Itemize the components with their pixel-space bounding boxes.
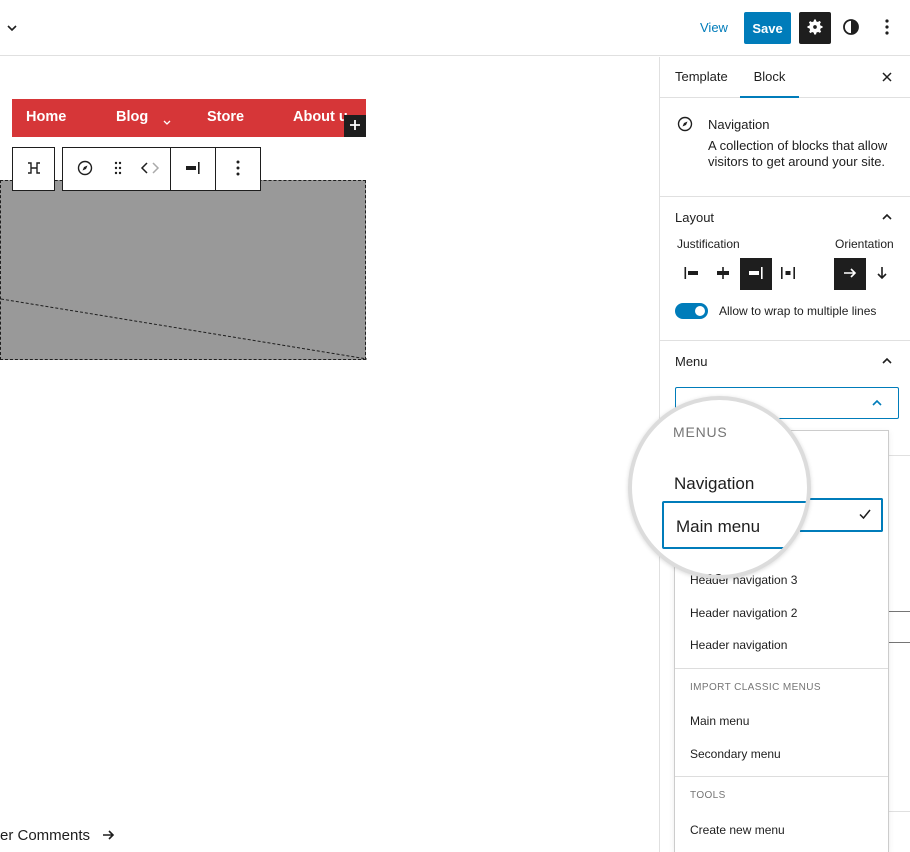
more-vertical-icon (236, 160, 240, 179)
cover-placeholder[interactable] (0, 180, 367, 360)
chevron-up-icon (870, 396, 884, 410)
chevron-right-icon[interactable] (150, 161, 160, 177)
nav-item-blog[interactable]: Blog (116, 109, 148, 125)
compass-icon (77, 160, 93, 179)
menu-option-navigation[interactable]: Navigation (674, 474, 754, 494)
navigation-block[interactable]: Home Blog Store About u (12, 99, 366, 137)
comments-link[interactable]: er Comments (0, 827, 115, 844)
chevron-up-icon[interactable] (880, 210, 894, 224)
close-icon[interactable] (879, 69, 895, 85)
menu-option-header-navigation[interactable]: Header navigation (690, 638, 787, 652)
justify-right-icon (748, 266, 764, 283)
justify-center-button[interactable] (707, 258, 739, 290)
justify-space-between-button[interactable] (772, 258, 804, 290)
orientation-label: Orientation (835, 237, 894, 251)
justify-left-icon (683, 266, 699, 283)
compass-icon (677, 116, 693, 132)
magnifier-zoom: MENUS Navigation Main menu ain me (628, 396, 811, 579)
gear-icon (805, 17, 825, 40)
block-type-button[interactable] (63, 148, 107, 190)
plus-icon (349, 119, 361, 134)
dropdown-divider (675, 776, 888, 777)
drag-dots-icon (114, 161, 122, 178)
checkmark-icon (857, 506, 873, 522)
layout-panel-title[interactable]: Layout (675, 210, 714, 225)
justification-label: Justification (677, 237, 740, 251)
block-options-button[interactable] (216, 148, 260, 190)
classic-option-secondary-menu[interactable]: Secondary menu (690, 747, 781, 761)
editor-canvas[interactable]: Home Blog Store About u er Comments (0, 57, 659, 852)
styles-button[interactable] (835, 12, 867, 44)
add-block-button[interactable] (344, 115, 366, 137)
nav-item-about[interactable]: About u (293, 109, 348, 125)
view-link[interactable]: View (700, 18, 728, 38)
justify-space-between-icon (780, 266, 796, 283)
block-card-title: Navigation (708, 117, 770, 132)
justification-button[interactable] (171, 148, 215, 190)
tab-block[interactable]: Block (740, 57, 799, 98)
parent-block-button[interactable] (12, 147, 55, 191)
more-vertical-icon (885, 18, 889, 38)
menu-option-main-menu-selected[interactable]: Main menu (662, 501, 807, 549)
submenu-chevron-icon[interactable] (163, 114, 171, 129)
classic-menus-group-label: IMPORT CLASSIC MENUS (690, 682, 821, 693)
block-card: Navigation A collection of blocks that a… (660, 98, 910, 197)
settings-button[interactable] (799, 12, 831, 44)
sidebar-tabs: Template Block (660, 57, 910, 98)
editor-header: View Save (0, 0, 910, 56)
selected-option-label: Main menu (676, 517, 761, 536)
orientation-vertical-button[interactable] (866, 258, 898, 290)
justify-right-button[interactable] (740, 258, 772, 290)
menus-group-label: MENUS (673, 424, 728, 440)
menu-option-header-navigation-2[interactable]: Header navigation 2 (690, 606, 797, 620)
justify-center-icon (715, 266, 731, 283)
arrow-down-icon (875, 265, 889, 284)
drag-handle[interactable] (107, 148, 129, 190)
chevron-left-icon[interactable] (140, 161, 150, 177)
nav-item-store[interactable]: Store (207, 109, 244, 125)
menu-panel-title[interactable]: Menu (675, 354, 708, 369)
justify-right-icon (185, 161, 201, 178)
group-parent-icon (26, 161, 42, 177)
tools-group-label: TOOLS (690, 790, 726, 801)
block-card-description: A collection of blocks that allow visito… (708, 138, 888, 169)
half-circle-icon (842, 18, 860, 39)
block-toolbar (62, 147, 261, 191)
wrap-toggle-label: Allow to wrap to multiple lines (719, 304, 877, 318)
classic-option-main-menu[interactable]: Main menu (690, 714, 749, 728)
nav-item-home[interactable]: Home (26, 109, 66, 125)
comments-link-label: er Comments (0, 827, 91, 844)
options-button[interactable] (871, 12, 903, 44)
arrow-right-icon (842, 266, 858, 283)
justify-left-button[interactable] (675, 258, 707, 290)
tab-template[interactable]: Template (675, 57, 728, 98)
orientation-horizontal-button[interactable] (834, 258, 866, 290)
chevron-up-icon[interactable] (880, 354, 894, 368)
layout-panel: Layout Justification Orientation Allow t… (660, 197, 910, 341)
dropdown-divider (675, 668, 888, 669)
move-arrows[interactable] (129, 148, 171, 190)
arrow-right-icon (102, 827, 115, 844)
tool-option-create-new-menu[interactable]: Create new menu (690, 823, 785, 837)
chevron-down-icon[interactable] (4, 20, 20, 36)
save-button[interactable]: Save (744, 12, 791, 44)
wrap-toggle[interactable] (675, 303, 708, 319)
